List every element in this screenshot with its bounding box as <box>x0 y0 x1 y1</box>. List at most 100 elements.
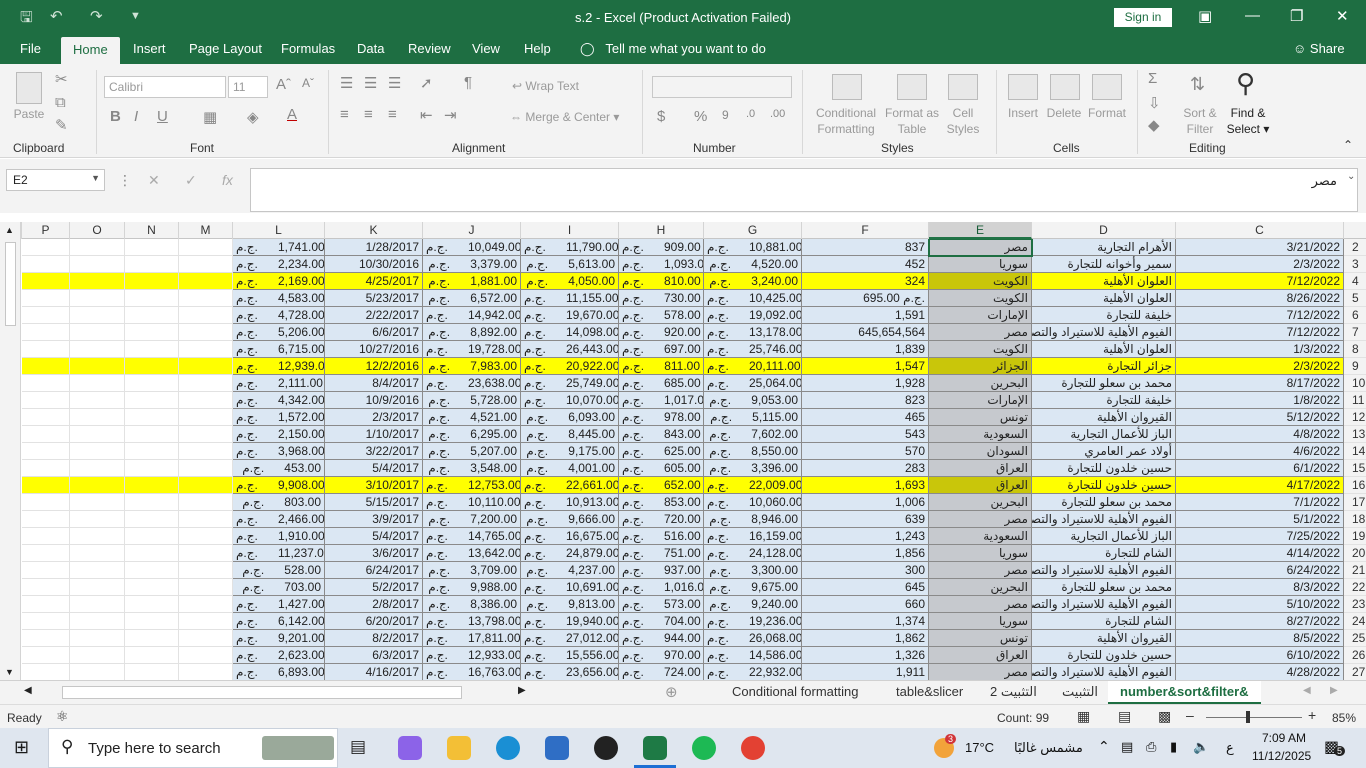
row-header[interactable]: 22 <box>1344 579 1366 596</box>
enter-icon[interactable]: ✓ <box>185 172 197 189</box>
cell-d[interactable]: الفيوم الأهلية للاستيراد والتصدير <box>1032 511 1176 528</box>
cell-i[interactable]: ج.م. 14,098.00 <box>521 324 619 341</box>
cell-f[interactable]: 570 <box>802 443 929 460</box>
fill-icon[interactable]: ⇩ <box>1148 94 1161 112</box>
cell-k[interactable]: 2/3/2017 <box>325 409 423 426</box>
sheet-tab-pin-2[interactable]: التثبيت 2 <box>990 684 1037 700</box>
currency-icon[interactable]: $ <box>657 108 665 125</box>
format-painter-icon[interactable]: ✎ <box>55 116 68 134</box>
cell-g[interactable]: ج.م. 8,946.00 <box>704 511 802 528</box>
cell-e[interactable]: الكويت <box>929 290 1032 307</box>
excel-icon[interactable] <box>643 736 667 760</box>
collapse-ribbon-icon[interactable]: ⌃ <box>1343 138 1353 152</box>
cell-p[interactable] <box>22 460 70 477</box>
column-header-p[interactable]: P <box>22 222 70 239</box>
cell-g[interactable]: ج.م. 26,068.00 <box>704 630 802 647</box>
cell-d[interactable]: أولاد عمر العامري <box>1032 443 1176 460</box>
cell-g[interactable]: ج.م. 7,602.00 <box>704 426 802 443</box>
cell-l[interactable]: ج.م. 703.00 <box>233 579 325 596</box>
row-header[interactable]: 2 <box>1344 239 1366 256</box>
zoom-in-icon[interactable]: + <box>1308 707 1316 723</box>
cell-k[interactable]: 1/28/2017 <box>325 239 423 256</box>
cell-d[interactable]: القيروان الأهلية <box>1032 409 1176 426</box>
cell-p[interactable] <box>22 630 70 647</box>
cell-n[interactable] <box>125 596 179 613</box>
cell-p[interactable] <box>22 443 70 460</box>
clock-time[interactable]: 7:09 AM <box>1258 731 1306 745</box>
cell-e[interactable]: الإمارات <box>929 392 1032 409</box>
cell-e[interactable]: السودان <box>929 443 1032 460</box>
cell-p[interactable] <box>22 477 70 494</box>
cell-o[interactable] <box>70 409 125 426</box>
cell-o[interactable] <box>70 596 125 613</box>
cell-h[interactable]: ج.م. 810.00 <box>619 273 704 290</box>
cell-j[interactable]: ج.م. 3,548.00 <box>423 460 521 477</box>
cell-k[interactable]: 10/27/2016 <box>325 341 423 358</box>
cell-p[interactable] <box>22 273 70 290</box>
next-sheet-icon[interactable]: ▶ <box>1330 685 1338 696</box>
cell-i[interactable]: ج.م. 24,879.00 <box>521 545 619 562</box>
font-color-icon[interactable]: A <box>287 106 297 123</box>
cell-f[interactable]: 639 <box>802 511 929 528</box>
delete-cells-icon[interactable] <box>1050 74 1080 100</box>
cell-o[interactable] <box>70 375 125 392</box>
cell-h[interactable]: ج.م. 516.00 <box>619 528 704 545</box>
cell-e[interactable]: البحرين <box>929 375 1032 392</box>
cell-i[interactable]: ج.م. 4,237.00 <box>521 562 619 579</box>
cell-n[interactable] <box>125 494 179 511</box>
grow-font-icon[interactable]: Aˆ <box>276 76 291 93</box>
cell-c[interactable]: 5/1/2022 <box>1176 511 1344 528</box>
number-format-box[interactable] <box>652 76 792 98</box>
edge-icon[interactable] <box>496 736 520 760</box>
chevron-down-icon[interactable]: ▼ <box>91 173 100 183</box>
cell-e[interactable]: مصر <box>929 324 1032 341</box>
cell-d[interactable]: الشام للتجارة <box>1032 545 1176 562</box>
cell-m[interactable] <box>179 375 233 392</box>
cell-j[interactable]: ج.م. 17,811.00 <box>423 630 521 647</box>
row-header[interactable]: 18 <box>1344 511 1366 528</box>
cell-h[interactable]: ج.م. 937.00 <box>619 562 704 579</box>
cell-h[interactable]: ج.م. 751.00 <box>619 545 704 562</box>
cell-g[interactable]: ج.م. 9,675.00 <box>704 579 802 596</box>
network-icon[interactable]: ▤ <box>1121 739 1133 755</box>
cell-j[interactable]: ج.م. 8,386.00 <box>423 596 521 613</box>
cell-j[interactable]: ج.م. 19,728.00 <box>423 341 521 358</box>
cell-f[interactable]: 1,856 <box>802 545 929 562</box>
share-button[interactable]: ☺ Share <box>1293 41 1345 56</box>
cell-d[interactable]: الفيوم الأهلية للاستيراد والتصدير <box>1032 596 1176 613</box>
input-language[interactable]: ع <box>1226 740 1234 756</box>
decrease-indent-icon[interactable]: ⇤ <box>420 106 433 124</box>
cell-f[interactable]: 1,591 <box>802 307 929 324</box>
cell-m[interactable] <box>179 273 233 290</box>
cell-l[interactable]: ج.م. 528.00 <box>233 562 325 579</box>
align-center-icon[interactable]: ≡ <box>364 106 373 123</box>
cell-j[interactable]: ج.م. 4,521.00 <box>423 409 521 426</box>
cell-h[interactable]: ج.م. 909.00 <box>619 239 704 256</box>
conditional-formatting-icon[interactable] <box>832 74 862 100</box>
cell-k[interactable]: 4/25/2017 <box>325 273 423 290</box>
cell-c[interactable]: 8/3/2022 <box>1176 579 1344 596</box>
column-header-f[interactable]: F <box>802 222 929 239</box>
cell-j[interactable]: ج.م. 5,728.00 <box>423 392 521 409</box>
spreadsheet-grid[interactable]: ج.م. 1,741.00 1/28/2017 ج.م. 10,049.00 ج.م. 11… <box>0 239 1366 680</box>
column-header-i[interactable]: I <box>521 222 619 239</box>
cell-m[interactable] <box>179 511 233 528</box>
cell-e[interactable]: العراق <box>929 647 1032 664</box>
cell-d[interactable]: العلوان الأهلية <box>1032 290 1176 307</box>
cell-j[interactable]: ج.م. 5,207.00 <box>423 443 521 460</box>
cell-o[interactable] <box>70 613 125 630</box>
row-header[interactable]: 14 <box>1344 443 1366 460</box>
cell-h[interactable]: ج.م. 944.00 <box>619 630 704 647</box>
cell-styles-icon[interactable] <box>948 74 978 100</box>
cell-c[interactable]: 1/8/2022 <box>1176 392 1344 409</box>
cell-f[interactable]: 1,006 <box>802 494 929 511</box>
volume-icon[interactable]: 🔈 <box>1193 739 1209 755</box>
cell-p[interactable] <box>22 375 70 392</box>
cell-o[interactable] <box>70 392 125 409</box>
cell-e[interactable]: البحرين <box>929 494 1032 511</box>
cell-p[interactable] <box>22 596 70 613</box>
scroll-down-icon[interactable]: ▼ <box>5 667 14 677</box>
cell-f[interactable]: 543 <box>802 426 929 443</box>
zoom-slider-thumb[interactable] <box>1246 711 1250 723</box>
cell-k[interactable]: 4/16/2017 <box>325 664 423 680</box>
